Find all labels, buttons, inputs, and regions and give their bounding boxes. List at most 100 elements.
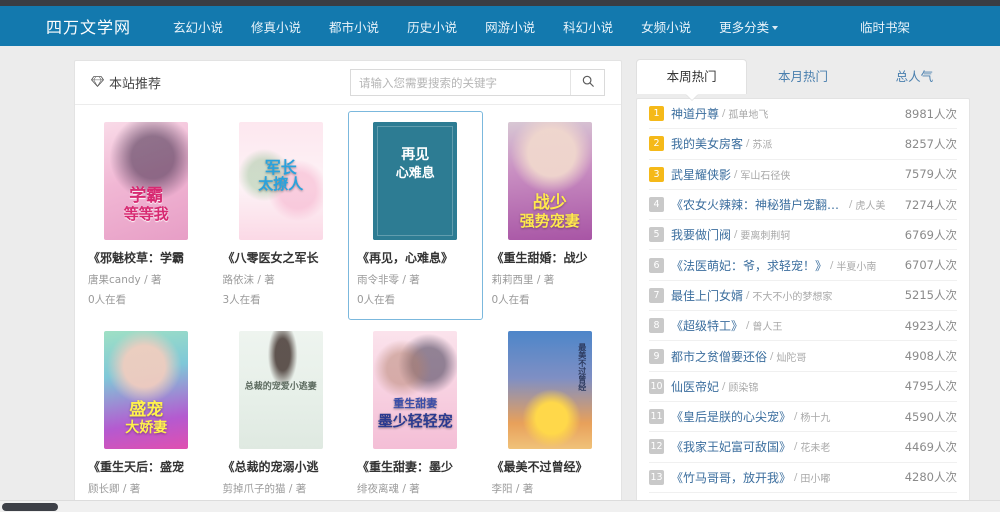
rank-separator: /	[746, 320, 750, 332]
tab-weekly-hot[interactable]: 本周热门	[636, 59, 748, 94]
rank-hits: 5215人次	[904, 288, 957, 303]
horizontal-scrollbar-thumb[interactable]	[2, 503, 58, 511]
ranking-row[interactable]: 6 《法医萌妃：爷，求轻宠！》 / 半夏小南 6707人次	[649, 250, 957, 281]
book-title: 《总裁的宠溺小逃	[222, 460, 319, 474]
rank-badge: 2	[649, 136, 664, 152]
rank-book-title[interactable]: 《我家王妃富可敌国》	[671, 438, 791, 455]
book-card[interactable]: 最美不过曾经 《最美不过曾经》 李阳 / 著 0人在看	[483, 320, 618, 512]
rank-badge: 4	[649, 197, 664, 213]
rank-book-title[interactable]: 最佳上门女婿	[671, 287, 743, 304]
rank-separator: /	[770, 350, 774, 362]
book-card[interactable]: 重生甜妻 墨少轻轻宠 《重生甜妻：墨少 绯夜离魂 / 著 0人在看	[348, 320, 483, 512]
ranking-row[interactable]: 12 《我家王妃富可敌国》 / 花未老 4469人次	[649, 432, 957, 463]
chevron-down-icon	[772, 26, 779, 30]
nav-item-wangyou[interactable]: 网游小说	[471, 17, 549, 36]
rank-book-title[interactable]: 都市之贫僧要还俗	[671, 348, 767, 365]
nav-item-xuanhuan[interactable]: 玄幻小说	[159, 17, 237, 36]
ranking-row[interactable]: 4 《农女火辣辣：神秘猎户宠翻天》 / 虎人美 7274人次	[649, 190, 957, 221]
book-cover: 总裁的宠爱小逃妻	[238, 331, 323, 449]
rank-book-title[interactable]: 神道丹尊	[671, 105, 719, 122]
rank-book-title[interactable]: 《超级特工》	[671, 317, 743, 334]
book-title: 《重生天后：盛宠	[88, 460, 185, 474]
rank-separator: /	[794, 411, 798, 423]
rank-hits: 4923人次	[904, 318, 957, 333]
rank-badge: 12	[649, 439, 664, 455]
search-input[interactable]	[351, 70, 570, 95]
ranking-row[interactable]: 7 最佳上门女婿 / 不大不小的梦想家 5215人次	[649, 281, 957, 312]
book-card[interactable]: 学霸 等等我 《邪魅校草：学霸 唐果candy / 著 0人在看	[79, 111, 214, 320]
book-cover: 最美不过曾经	[507, 331, 592, 449]
book-title: 《邪魅校草：学霸	[88, 251, 185, 265]
book-author: 路依沫 / 著	[222, 274, 275, 286]
ranking-row[interactable]: 10 仙医帝妃 / 顾染锦 4795人次	[649, 372, 957, 402]
book-cover: 盛宠 大娇妻	[104, 331, 189, 449]
nav-item-more-categories[interactable]: 更多分类	[705, 17, 792, 36]
temp-bookshelf-link[interactable]: 临时书架	[860, 17, 910, 36]
ranking-row[interactable]: 8 《超级特工》 / 曾人王 4923人次	[649, 311, 957, 342]
rank-book-title[interactable]: 我的美女房客	[671, 135, 743, 152]
ranking-row[interactable]: 5 我要做门阀 / 要离刺荆轲 6769人次	[649, 220, 957, 251]
rank-book-author: 灿陀哥	[776, 352, 807, 364]
nav-item-label: 玄幻小说	[173, 19, 224, 35]
ranking-row[interactable]: 11 《皇后是朕的心尖宠》 / 杨十九 4590人次	[649, 402, 957, 433]
rank-badge: 6	[649, 257, 664, 273]
nav-item-kehuan[interactable]: 科幻小说	[549, 17, 627, 36]
rank-book-title[interactable]: 《竹马哥哥，放开我》	[671, 469, 791, 486]
book-reading-count: 3人在看	[222, 294, 261, 306]
rank-book-title[interactable]: 《皇后是朕的心尖宠》	[671, 408, 791, 425]
rank-book-title[interactable]: 我要做门阀	[671, 226, 731, 243]
rank-hits: 4280人次	[904, 470, 957, 485]
nav-item-label: 更多分类	[719, 19, 770, 35]
rank-book-author: 半夏小南	[836, 261, 877, 273]
rank-book-author: 杨十九	[800, 413, 831, 425]
diamond-icon	[90, 75, 105, 91]
rank-book-author: 不大不小的梦想家	[752, 291, 833, 303]
rank-separator: /	[734, 168, 738, 180]
book-card[interactable]: 总裁的宠爱小逃妻 《总裁的宠溺小逃 剪掉爪子的猫 / 著 0人在看	[214, 320, 349, 512]
rank-book-title[interactable]: 《法医萌妃：爷，求轻宠！》	[671, 257, 827, 274]
book-title: 《重生甜妻：墨少	[357, 460, 454, 474]
rank-separator: /	[849, 199, 853, 211]
book-author: 李阳 / 著	[491, 483, 534, 495]
nav-item-label: 都市小说	[329, 19, 380, 35]
tab-total-popularity[interactable]: 总人气	[859, 59, 970, 94]
book-card[interactable]: 战少 强势宠妻 《重生甜婚：战少 莉莉西里 / 著 0人在看	[483, 111, 618, 320]
nav-item-xiuzhen[interactable]: 修真小说	[237, 17, 315, 36]
panel-title: 本站推荐	[90, 73, 161, 92]
ranking-row[interactable]: 2 我的美女房客 / 苏派 8257人次	[649, 129, 957, 160]
nav-links: 玄幻小说 修真小说 都市小说 历史小说 网游小说 科幻小说 女频小说 更多分类	[159, 17, 792, 36]
ranking-row[interactable]: 3 武星耀侠影 / 军山石径侠 7579人次	[649, 160, 957, 190]
rank-book-title[interactable]: 武星耀侠影	[671, 166, 731, 183]
book-card[interactable]: 军长 太撩人 《八零医女之军长 路依沫 / 著 3人在看	[214, 111, 349, 320]
tab-monthly-hot[interactable]: 本月热门	[747, 59, 858, 94]
rank-book-title[interactable]: 仙医帝妃	[671, 378, 719, 395]
book-title: 《再见，心难息》	[357, 251, 454, 265]
rank-badge: 9	[649, 348, 664, 364]
site-brand-logo[interactable]: 四万文学网	[46, 14, 131, 38]
book-card[interactable]: 盛宠 大娇妻 《重生天后：盛宠 顾长卿 / 著 0人在看	[79, 320, 214, 512]
rank-book-title[interactable]: 《农女火辣辣：神秘猎户宠翻天》	[671, 196, 846, 213]
rank-book-author: 花未老	[800, 443, 831, 455]
rank-book-author: 虎人美	[855, 201, 886, 213]
rank-hits: 8257人次	[904, 136, 957, 151]
ranking-tabs: 本周热门 本月热门 总人气	[636, 59, 970, 94]
nav-item-nvpin[interactable]: 女频小说	[627, 17, 705, 36]
recommendations-panel: 本站推荐 学霸 等	[74, 60, 622, 512]
horizontal-scrollbar[interactable]	[0, 500, 1000, 512]
book-grid: 学霸 等等我 《邪魅校草：学霸 唐果candy / 著 0人在看 军长 太撩人 …	[75, 105, 621, 512]
hot-ranking-panel: 本周热门 本月热门 总人气 1 神道丹尊 / 孤单地飞 8981人次 2 我的美…	[636, 59, 970, 512]
rank-badge: 1	[649, 106, 664, 122]
nav-item-dushi[interactable]: 都市小说	[315, 17, 393, 36]
ranking-row[interactable]: 1 神道丹尊 / 孤单地飞 8981人次	[649, 99, 957, 130]
rank-badge: 8	[649, 318, 664, 334]
book-card[interactable]: 再见 心难息 《再见，心难息》 雨令非零 / 著 0人在看	[348, 111, 483, 320]
rank-separator: /	[734, 229, 738, 241]
ranking-row[interactable]: 9 都市之贫僧要还俗 / 灿陀哥 4908人次	[649, 341, 957, 372]
book-cover: 再见 心难息	[373, 122, 458, 240]
rank-separator: /	[794, 471, 798, 483]
ranking-row[interactable]: 13 《竹马哥哥，放开我》 / 田小嘟 4280人次	[649, 463, 957, 493]
main-navbar: 四万文学网 玄幻小说 修真小说 都市小说 历史小说 网游小说 科幻小说 女频小说…	[0, 6, 1000, 46]
rank-badge: 13	[649, 469, 664, 485]
search-button[interactable]	[570, 70, 604, 95]
nav-item-lishi[interactable]: 历史小说	[393, 17, 471, 36]
